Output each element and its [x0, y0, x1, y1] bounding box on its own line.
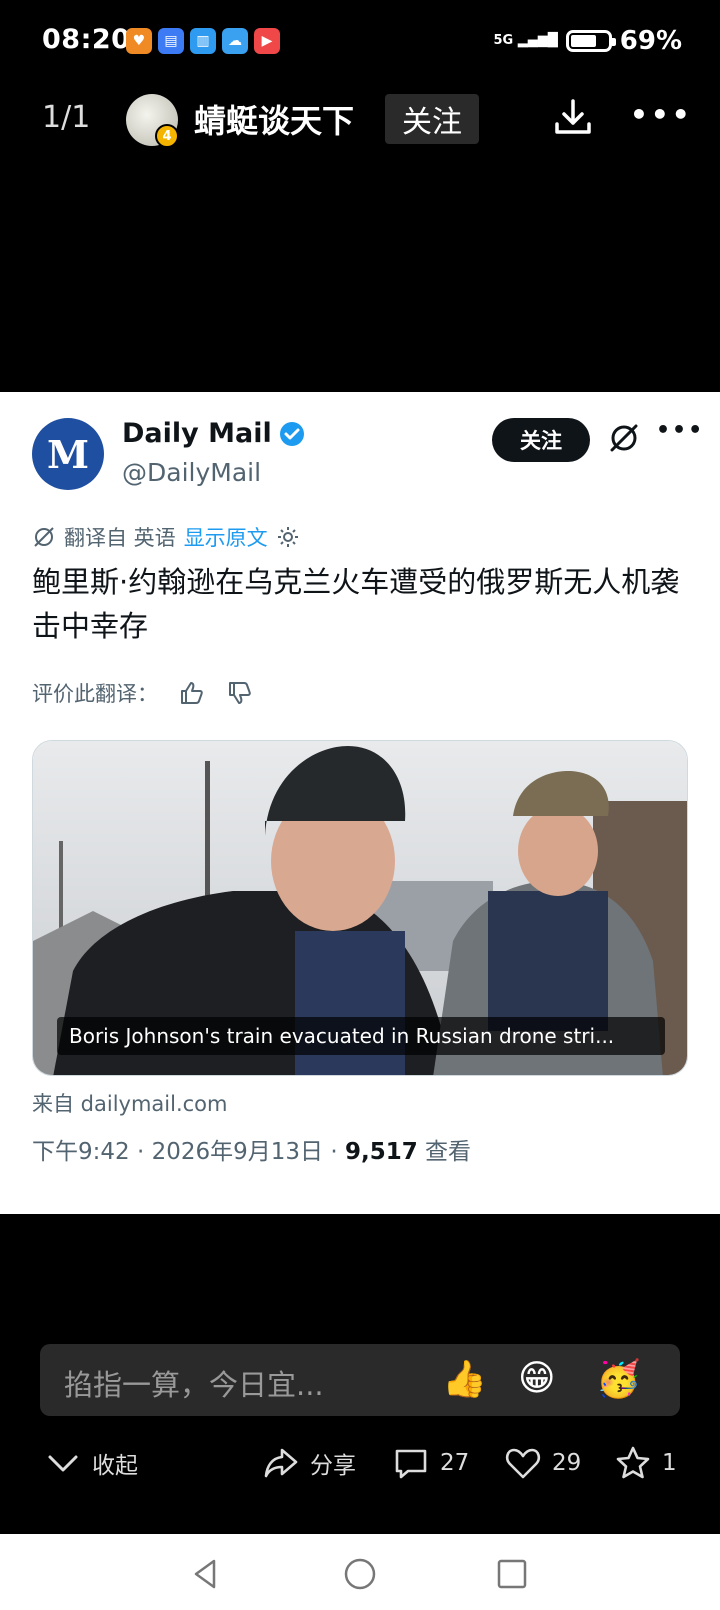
comment-placeholder: 掐指一算，今日宜... — [64, 1368, 324, 1402]
action-bar: 收起 分享 27 29 1 — [0, 1436, 720, 1492]
download-icon[interactable] — [552, 96, 594, 138]
comment-input[interactable]: 掐指一算，今日宜... 👍 😁 🥳 — [40, 1344, 680, 1416]
grin-emoji-icon[interactable]: 😁 — [518, 1358, 556, 1399]
view-count: 9,517 — [344, 1139, 418, 1165]
share-icon — [264, 1448, 298, 1478]
tweet-card: M Daily Mail @DailyMail 关注 ••• 翻译自 英语 显示… — [0, 392, 720, 1214]
book-notification-icon: ▥ — [190, 28, 216, 54]
battery-percentage: 69% — [619, 26, 682, 56]
tweet-time: 下午9:42 · 2026年9月13日 · — [32, 1139, 345, 1165]
signal-icon: 5G ▂▄▆█ — [493, 33, 558, 48]
translate-icon — [34, 527, 54, 547]
top-header: 1/1 4 蜻蜓谈天下 关注 ••• — [0, 84, 720, 154]
star-icon — [616, 1446, 650, 1479]
author-name[interactable]: 蜻蜓谈天下 — [194, 96, 354, 142]
grok-icon — [610, 424, 638, 452]
video-caption: Boris Johnson's train evacuated in Russi… — [57, 1017, 665, 1055]
share-button[interactable]: 分享 — [262, 1444, 356, 1482]
status-bar: 08:20 ♥ ▤ ▥ ☁ ▶ 5G ▂▄▆█ 69% — [0, 0, 720, 84]
home-icon[interactable] — [342, 1556, 378, 1592]
video-notification-icon: ▶ — [254, 28, 280, 54]
tweet-headline: 鲍里斯·约翰逊在乌克兰火车遭受的俄罗斯无人机袭击中幸存 — [32, 565, 680, 643]
view-label: 查看 — [417, 1139, 472, 1165]
app-notification-icon: ▤ — [158, 28, 184, 54]
collapse-button[interactable]: 收起 — [44, 1444, 138, 1482]
page-counter: 1/1 — [42, 100, 91, 135]
translation-row: 翻译自 英语 显示原文 — [32, 522, 300, 552]
battery-fill — [570, 35, 596, 47]
show-original-link: 显示原文 — [183, 526, 268, 550]
signal-label: 5G — [493, 33, 514, 48]
status-time: 08:20 — [42, 24, 131, 55]
tweet-more-icon: ••• — [656, 418, 705, 443]
daily-mail-logo: M — [32, 418, 104, 490]
system-nav-bar — [0, 1534, 720, 1610]
follow-author-button[interactable]: 关注 — [385, 94, 479, 144]
account-name-text: Daily Mail — [122, 418, 272, 449]
collapse-label: 收起 — [92, 1453, 138, 1479]
heart-icon — [505, 1448, 541, 1479]
translated-from-label: 翻译自 英语 — [64, 526, 176, 550]
notification-icons: ♥ ▤ ▥ ☁ ▶ — [126, 28, 280, 54]
status-right: 5G ▂▄▆█ 69% — [494, 26, 682, 56]
tweet-meta: 下午9:42 · 2026年9月13日 · 9,517 查看 — [32, 1132, 471, 1166]
settings-gear-icon — [277, 527, 298, 547]
thumbs-up-icon — [181, 682, 203, 704]
verified-badge-icon — [279, 421, 304, 446]
follow-account-button: 关注 — [492, 418, 590, 462]
chevron-down-icon — [48, 1455, 78, 1472]
like-button[interactable]: 29 — [504, 1444, 581, 1482]
link-source: 来自 dailymail.com — [32, 1092, 228, 1116]
back-icon[interactable] — [188, 1556, 224, 1592]
comment-button[interactable]: 27 — [392, 1444, 469, 1482]
account-handle: @DailyMail — [122, 458, 262, 487]
thumbs-up-emoji-icon[interactable]: 👍 — [442, 1358, 487, 1400]
battery-icon — [565, 30, 616, 52]
share-label: 分享 — [310, 1453, 356, 1479]
favorite-count: 1 — [662, 1450, 677, 1476]
recents-icon[interactable] — [494, 1556, 530, 1592]
like-count: 29 — [552, 1450, 582, 1476]
rate-translation-label: 评价此翻译： — [32, 682, 158, 706]
party-emoji-icon[interactable]: 🥳 — [596, 1358, 641, 1400]
weather-notification-icon: ☁ — [222, 28, 248, 54]
account-name: Daily Mail — [122, 418, 306, 449]
favorite-button[interactable]: 1 — [614, 1444, 677, 1482]
app-notification-icon: ♥ — [126, 28, 152, 54]
video-thumbnail: Boris Johnson's train evacuated in Russi… — [32, 740, 688, 1076]
thumbs-down-icon — [229, 682, 251, 704]
more-options-icon[interactable]: ••• — [630, 98, 693, 131]
rate-translation-row: 评价此翻译： — [32, 678, 254, 708]
level-badge-icon: 4 — [155, 124, 179, 148]
comment-count: 27 — [440, 1450, 470, 1476]
comment-icon — [395, 1449, 427, 1479]
